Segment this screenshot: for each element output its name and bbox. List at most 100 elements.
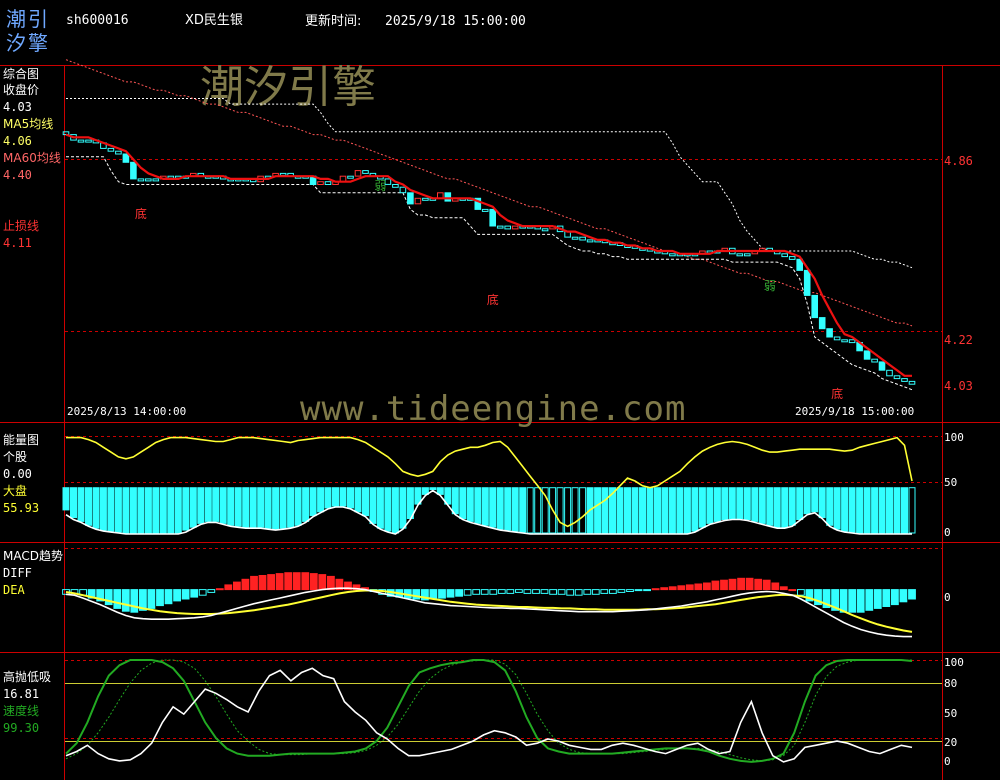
candle [122,153,130,163]
macd-hist-bar [190,589,199,598]
legend-market-value: 55.93 [3,501,39,515]
energy-bar [803,487,811,515]
panel-title-main: 综合图 [3,66,39,81]
macd-hist-bar [275,573,284,591]
energy-bar [811,487,819,513]
macd-hist-bar [754,578,763,591]
energy-bar [601,487,609,534]
macd-hist-bar [668,586,677,591]
macd-hist-bar [557,589,566,595]
energy-bar [676,487,684,534]
macd-hist-bar [882,589,891,607]
macd-hist-bar [438,589,446,599]
candle [579,236,586,241]
ma60-line [65,59,913,327]
candle [504,225,511,230]
candle [481,208,489,212]
energy-bar [287,487,295,528]
macd-hist-bar [258,575,267,591]
osc-white-line [65,667,913,763]
macd-hist-bar [250,575,258,591]
candle [571,236,579,240]
energy-bar [511,487,519,532]
candle [77,139,85,143]
y-tick-osc-20: 20 [944,736,957,749]
energy-bar [766,487,774,526]
energy-bar [376,487,384,529]
candle [511,225,519,230]
candle [826,328,833,338]
y-tick-macd-0: 0 [944,591,951,604]
candle [848,339,856,344]
energy-panel [62,436,916,535]
macd-hist-bar [233,581,241,591]
watermark-brand: 潮汐引擎 [200,62,376,113]
energy-bar [92,487,100,529]
annotation-label: 底 [487,292,499,307]
energy-bar [317,487,325,513]
energy-bar [691,487,699,532]
header: 潮引 汐擎 sh600016 XD民生银 更新时间: 2025/9/18 15:… [6,7,526,55]
macd-panel [62,572,916,638]
energy-bar [249,487,257,528]
legend-ma60-value: 4.40 [3,168,32,182]
energy-bar [332,487,339,507]
ma5-line [65,133,912,377]
candle [407,192,414,205]
candle [85,139,92,143]
legend-stoploss-value: 4.11 [3,236,32,250]
energy-bar [893,487,901,534]
macd-hist-bar [267,574,276,591]
y-ticks-main: 4.86 4.22 4.03 [944,154,973,393]
energy-bar [713,487,721,522]
energy-bar [781,487,789,528]
macd-hist-bar [762,579,771,591]
macd-hist-bar [318,574,327,591]
annotation-label: 弱 [374,179,386,193]
energy-bar [534,487,542,534]
candle [324,181,332,185]
macd-hist-bar [873,589,882,609]
energy-bar [309,487,317,517]
macd-hist-bar [711,580,720,591]
macd-hist-bar [207,589,216,593]
candle [115,150,122,155]
macd-hist-bar [703,582,711,591]
candle [145,178,152,182]
candle [893,375,901,380]
energy-bar [646,487,654,534]
energy-bar [242,487,250,528]
candle [744,253,751,257]
candle [908,380,916,385]
candle [414,197,422,205]
energy-bar [526,487,534,534]
energy-bar [818,487,826,519]
macd-hist-bar [574,589,583,596]
energy-bar [624,487,631,534]
energy-bar [451,487,459,515]
macd-hist-bar [181,589,190,600]
macd-hist-bar [121,589,130,612]
x-end-label: 2025/9/18 15:00:00 [795,405,914,418]
candle [137,178,145,182]
energy-bar [167,487,175,534]
macd-hist-bar [609,589,617,594]
candle [152,178,160,182]
oscillator-panel [65,659,913,763]
grid-lines [65,159,942,742]
energy-bar [197,487,205,524]
energy-bar [901,487,908,534]
legend-energy: 能量图 个股 0.00 大盘 55.93 [3,433,39,515]
panel-title-energy: 能量图 [3,433,39,447]
energy-bar [264,487,272,529]
macd-hist-bar [617,589,626,593]
candle [871,358,878,363]
energy-bar [496,487,504,530]
update-time: 2025/9/18 15:00:00 [385,14,526,29]
energy-bar [384,487,392,532]
speed-line [65,659,913,763]
y-tick-4-22: 4.22 [944,333,973,347]
macd-hist-bar [455,589,464,597]
energy-bar [706,487,714,524]
macd-hist-bar [497,589,506,594]
